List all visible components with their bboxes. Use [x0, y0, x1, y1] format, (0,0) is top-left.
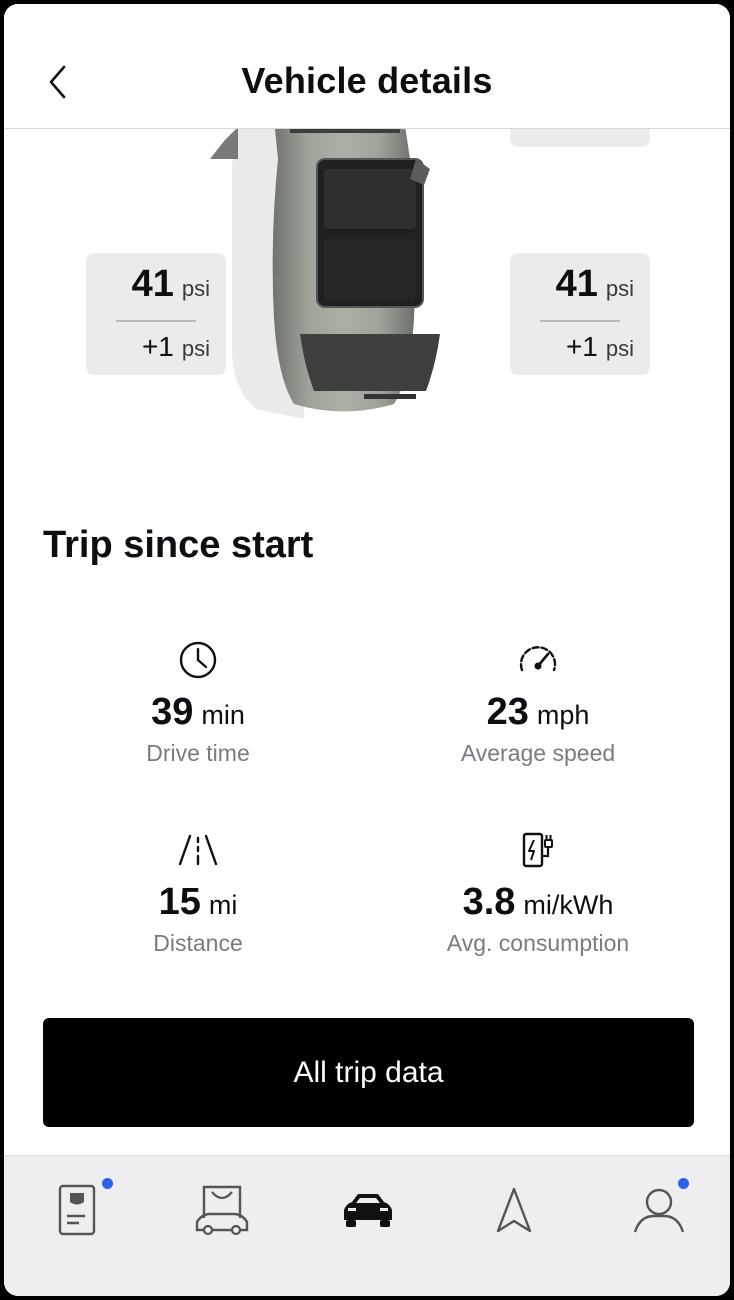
tire-pressure-delta: +1: [565, 331, 598, 362]
bottom-navigation: [4, 1155, 730, 1296]
stat-unit: mph: [536, 700, 590, 730]
vehicle-top-view-image: [204, 129, 484, 429]
notification-dot: [102, 1178, 113, 1189]
notification-dot: [678, 1178, 689, 1189]
user-icon: [633, 1188, 685, 1233]
stat-value: 15: [158, 881, 201, 923]
clock-icon: [179, 641, 217, 679]
tire-delta-unit: psi: [605, 336, 634, 361]
tire-pressure-value: 41: [555, 263, 598, 305]
nav-item-profile[interactable]: [624, 1178, 694, 1242]
stat-label: Drive time: [146, 740, 250, 766]
navigation-icon: [496, 1187, 532, 1233]
tire-rear-right-partial: [510, 129, 650, 147]
all-trip-data-button[interactable]: All trip data: [43, 1018, 694, 1127]
page-title: Vehicle details: [241, 60, 493, 101]
trip-section-title: Trip since start: [43, 524, 314, 566]
car-icon: [344, 1194, 392, 1227]
stat-label: Avg. consumption: [446, 930, 630, 956]
tire-delta-unit: psi: [181, 336, 210, 361]
tire-pressure-value: 41: [131, 263, 174, 305]
nav-item-vehicle[interactable]: [333, 1178, 403, 1242]
stat-average-speed: 23 mph Average speed: [388, 639, 688, 767]
stat-unit: mi/kWh: [523, 890, 614, 920]
stat-distance: 15 mi Distance: [48, 829, 348, 957]
phone-screen: Vehicle details 41 psi +1 psi 41 psi +1 …: [4, 4, 730, 1296]
stat-unit: min: [201, 700, 245, 730]
stat-value: 23: [486, 691, 529, 733]
divider: [116, 320, 196, 322]
speedometer-icon: [519, 646, 557, 672]
tire-pressure-delta: +1: [141, 331, 174, 362]
stat-drive-time: 39 min Drive time: [48, 639, 348, 767]
stat-value: 39: [151, 691, 194, 733]
tire-front-right-card: 41 psi +1 psi: [510, 253, 650, 375]
nav-item-garage[interactable]: [187, 1178, 257, 1242]
tire-pressure-unit: psi: [181, 276, 210, 301]
nav-item-navigation[interactable]: [479, 1178, 549, 1242]
charging-station-icon: [522, 832, 553, 868]
stat-label: Average speed: [460, 740, 616, 766]
nav-item-documents[interactable]: [42, 1178, 113, 1242]
stat-value: 3.8: [462, 881, 516, 923]
car-garage-icon: [195, 1185, 249, 1236]
stat-avg-consumption: 3.8 mi/kWh Avg. consumption: [388, 829, 688, 957]
document-card-icon: [58, 1184, 96, 1236]
tire-front-left-card: 41 psi +1 psi: [86, 253, 226, 375]
road-icon: [178, 834, 218, 866]
scroll-content[interactable]: 41 psi +1 psi 41 psi +1 psi Trip since s…: [4, 129, 730, 1155]
stat-unit: mi: [208, 890, 238, 920]
divider: [540, 320, 620, 322]
stat-label: Distance: [153, 930, 243, 956]
tire-pressure-unit: psi: [605, 276, 634, 301]
top-bar: Vehicle details: [4, 4, 730, 129]
